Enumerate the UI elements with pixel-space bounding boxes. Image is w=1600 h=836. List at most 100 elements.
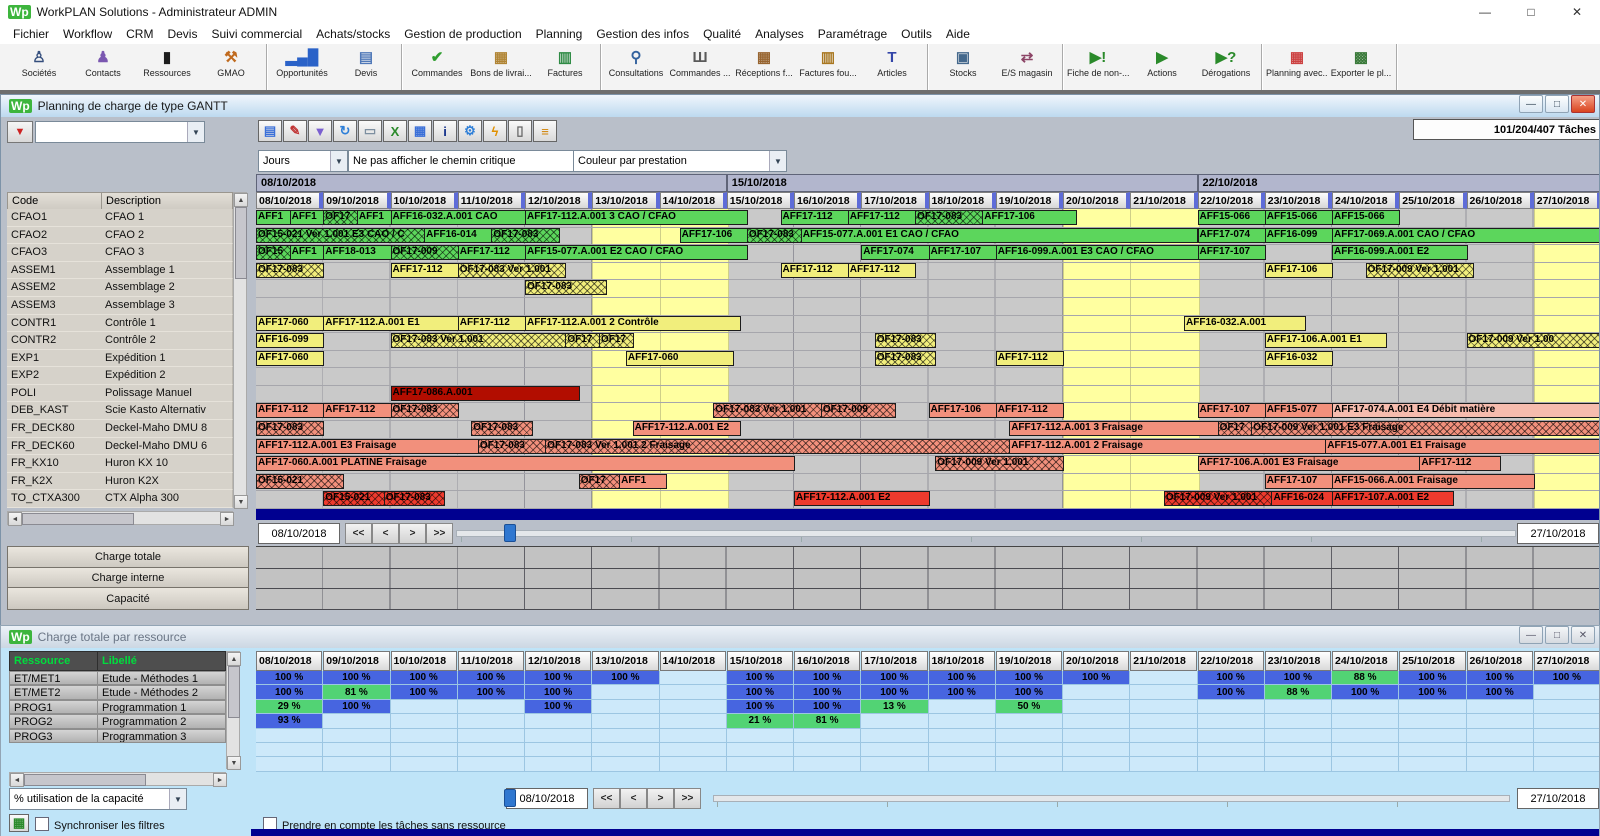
menu-suivi-commercial[interactable]: Suivi commercial: [204, 25, 309, 43]
charge-timeline-slider-thumb[interactable]: [504, 789, 516, 807]
toolbar-button-commandes[interactable]: ✔ Commandes: [405, 44, 469, 90]
toolbar-button-stocks[interactable]: ▣ Stocks: [931, 44, 995, 90]
charge-row-label[interactable]: Etude - Méthodes 1: [97, 671, 226, 686]
gantt-bar[interactable]: OF17-083 Ver 1.001: [713, 403, 822, 419]
resource-row-description[interactable]: CTX Alpha 300: [101, 490, 233, 509]
gantt-bar[interactable]: AFF16-099: [1264, 227, 1333, 243]
gantt-bar[interactable]: OF17-083: [915, 210, 984, 225]
gantt-bar[interactable]: AFF1: [356, 210, 392, 225]
report-icon[interactable]: ▤: [258, 120, 282, 142]
resource-table-hscrollbar[interactable]: ◄ ►: [7, 511, 234, 526]
gantt-bar[interactable]: AFF17-086.A.001: [390, 385, 580, 401]
resource-row-description[interactable]: Deckel-Maho DMU 6: [101, 437, 233, 456]
scroll-up-icon[interactable]: ▲: [234, 193, 248, 207]
resource-row-description[interactable]: Assemblage 2: [101, 279, 233, 297]
gantt-scroll-last-button[interactable]: >>: [426, 523, 453, 544]
gantt-bar[interactable]: OF17-083: [471, 421, 533, 437]
gantt-bar[interactable]: AFF17-074: [861, 245, 930, 261]
gantt-bar[interactable]: OF17: [323, 210, 358, 225]
gantt-bar[interactable]: AFF16-099: [256, 333, 325, 349]
menu-gestion-des-infos[interactable]: Gestion des infos: [589, 25, 696, 43]
resource-row-description[interactable]: Contrôle 1: [101, 314, 233, 333]
charge-row-code[interactable]: ET/MET1: [9, 671, 98, 686]
maximize-button[interactable]: □: [1508, 0, 1554, 24]
toolbar-button-commandes-[interactable]: Ш Commandes ...: [668, 44, 732, 90]
gantt-bar[interactable]: AFF17-112.A.001 E2: [794, 491, 930, 507]
gantt-bar[interactable]: AFF17-107: [1197, 403, 1266, 419]
gantt-bar[interactable]: OF17: [578, 473, 621, 489]
gantt-bar[interactable]: OF17-083: [746, 227, 802, 243]
gantt-bar[interactable]: AFF17-107.A.001 E2: [1332, 491, 1455, 507]
info-icon[interactable]: i: [433, 120, 457, 142]
gantt-bar[interactable]: AFF17-106.A.001 E1: [1264, 333, 1387, 349]
scroll-right-icon[interactable]: ►: [220, 512, 234, 526]
resource-row-description[interactable]: Deckel-Maho DMU 8: [101, 420, 233, 438]
resource-row-code[interactable]: POLI: [7, 384, 102, 403]
critical-flash-icon[interactable]: ϟ: [483, 120, 507, 142]
maximize-button[interactable]: □: [1545, 95, 1569, 113]
resource-row-code[interactable]: CFAO1: [7, 209, 102, 227]
checkbox-box[interactable]: [35, 817, 49, 831]
gantt-bar[interactable]: OF17-083: [525, 280, 607, 296]
menu-analyses[interactable]: Analyses: [748, 25, 811, 43]
print-icon[interactable]: ▭: [358, 120, 382, 142]
charge-row-code[interactable]: PROG3: [9, 728, 98, 743]
gantt-bar[interactable]: OF17: [1217, 421, 1253, 437]
gantt-bar[interactable]: OF17-009 Ver 1.001: [1365, 262, 1475, 278]
gantt-bar[interactable]: AFF17-112: [457, 315, 526, 331]
gantt-bar[interactable]: OF15-021 Ver 1.001 E3 CAO / C: [256, 227, 426, 243]
resource-row-description[interactable]: Assemblage 3: [101, 296, 233, 315]
gantt-bar[interactable]: AFF17-106: [928, 403, 997, 419]
toolbar-button-contacts[interactable]: ♟ Contacts: [71, 44, 135, 90]
toolbar-button-ressources[interactable]: ▮ Ressources: [135, 44, 199, 90]
resource-row-code[interactable]: EXP2: [7, 367, 102, 385]
gantt-timeline-slider-thumb[interactable]: [504, 524, 516, 542]
gantt-bar[interactable]: OF17-009 Ver 1.001 E3 Fraisage: [1251, 421, 1599, 437]
charge-scroll-prev-button[interactable]: <: [620, 788, 647, 809]
gantt-bar[interactable]: AFF17-107: [1197, 245, 1266, 261]
toolbar-button-factures[interactable]: ▥ Factures: [533, 44, 597, 90]
gantt-bar[interactable]: AFF17-107: [1264, 473, 1333, 489]
gantt-bar[interactable]: OF17-009 Ver 1.001: [1163, 491, 1273, 507]
gantt-scroll-prev-button[interactable]: <: [372, 523, 399, 544]
menu-devis[interactable]: Devis: [160, 25, 204, 43]
save-icon[interactable]: ▼: [308, 120, 332, 142]
charge-window-titlebar[interactable]: Wp Charge totale par ressource — □ ✕: [1, 626, 1599, 649]
charge-scroll-next-button[interactable]: >: [647, 788, 674, 809]
gantt-bar[interactable]: AFF17-074: [1197, 227, 1266, 243]
close-button[interactable]: ✕: [1571, 626, 1595, 644]
gantt-bar[interactable]: AFF17-060.A.001 PLATINE Fraisage: [256, 456, 795, 472]
gantt-bar[interactable]: AFF15-077.A.001 E1 Fraisage: [1325, 438, 1599, 454]
gantt-bar[interactable]: AFF17-106: [679, 227, 748, 243]
gantt-bar[interactable]: AFF15-066: [1332, 210, 1401, 225]
scroll-left-icon[interactable]: ◄: [10, 773, 24, 787]
toolbar-button-articles[interactable]: T Articles: [860, 44, 924, 90]
resource-row-code[interactable]: EXP1: [7, 349, 102, 368]
charge-row-code[interactable]: PROG2: [9, 714, 98, 729]
resource-row-description[interactable]: Assemblage 1: [101, 261, 233, 280]
charge-row-label[interactable]: Programmation 2: [97, 714, 226, 729]
gantt-bar[interactable]: AFF16-032.A.001 CAO: [390, 210, 526, 225]
menu-planning[interactable]: Planning: [529, 25, 590, 43]
gantt-bar[interactable]: AFF17-112: [780, 210, 849, 225]
capacity-mode-combo[interactable]: % utilisation de la capacité ▼: [9, 788, 187, 810]
gantt-bar[interactable]: AFF16-099.A.001 E3 CAO / CFAO: [995, 245, 1199, 261]
gantt-bar[interactable]: AFF15-066: [1264, 210, 1333, 225]
gantt-bar[interactable]: OF17-009 Ver 1.00: [1466, 333, 1599, 349]
period-combo[interactable]: Jours ▼: [258, 150, 348, 172]
resource-row-code[interactable]: FR_KX10: [7, 455, 102, 473]
toolbar-button-gmao[interactable]: ⚒ GMAO: [199, 44, 263, 90]
gantt-bar[interactable]: AFF15-077.A.001 E1 CAO / CFAO: [800, 227, 1199, 243]
scroll-down-icon[interactable]: ▼: [234, 495, 248, 510]
gantt-bar[interactable]: OF17-083: [383, 491, 446, 507]
resource-table-vscrollbar[interactable]: ▲ ▼: [233, 192, 248, 510]
resource-row-code[interactable]: CONTR1: [7, 314, 102, 333]
gantt-bar[interactable]: AFF17-112.A.001 3 CAO / CFAO: [525, 210, 748, 225]
resource-row-description[interactable]: CFAO 1: [101, 209, 233, 227]
gantt-bar[interactable]: AFF15-077: [1264, 403, 1333, 419]
resource-row-code[interactable]: CFAO3: [7, 244, 102, 262]
gantt-bar[interactable]: AFF17-112.A.001 E3 Fraisage: [256, 438, 479, 454]
scrollbar-thumb[interactable]: [228, 666, 240, 718]
gantt-bar[interactable]: AFF17-112.A.001 2 Fraisage: [1009, 438, 1327, 454]
scroll-up-icon[interactable]: ▲: [227, 652, 241, 666]
